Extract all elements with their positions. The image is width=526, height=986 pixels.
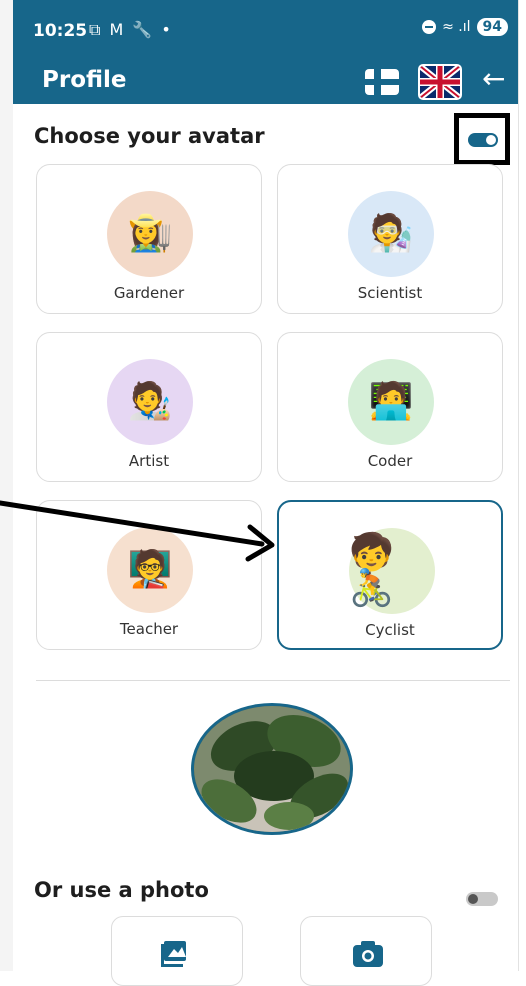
camera-icon	[353, 941, 383, 967]
gallery-button[interactable]	[111, 916, 243, 986]
camera-button[interactable]	[300, 916, 432, 986]
gallery-icon	[161, 941, 186, 967]
section-divider	[36, 680, 510, 681]
photo-section-title: Or use a photo	[34, 878, 209, 902]
photo-toggle[interactable]	[466, 892, 498, 906]
profile-photo	[191, 703, 353, 835]
